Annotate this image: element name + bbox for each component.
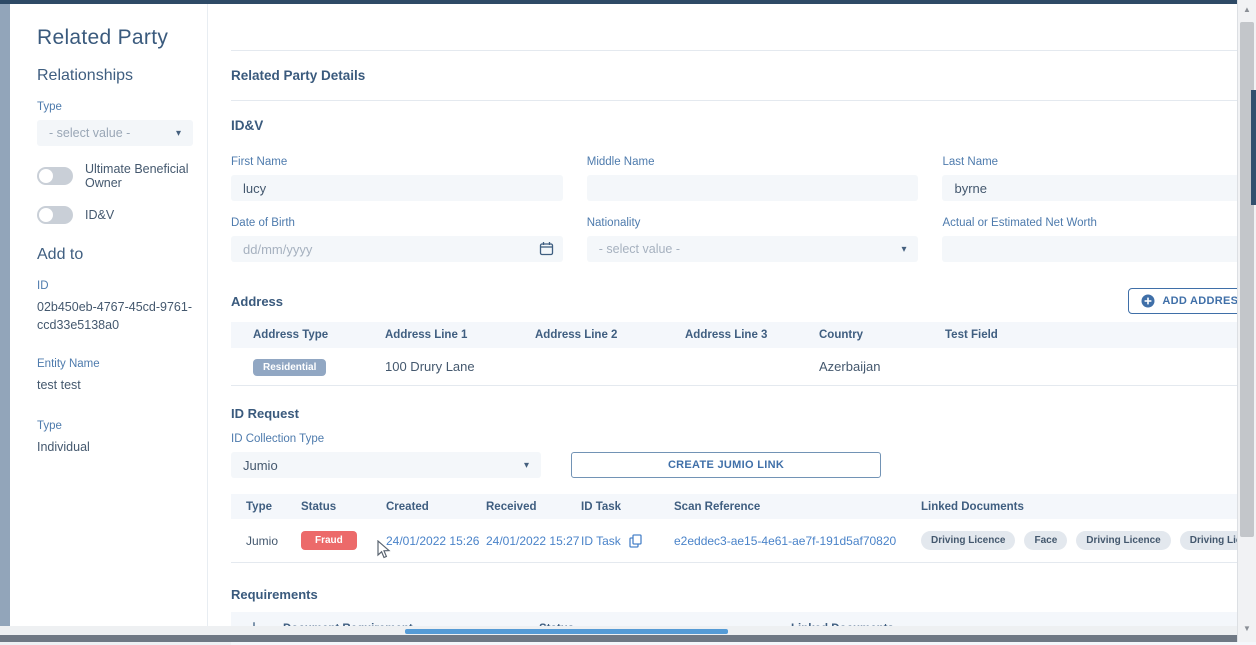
dob-input[interactable] [231,236,563,262]
linked-documents-cell: Driving Licence Face Driving Licence Dri… [921,531,1256,550]
plus-circle-icon [1141,294,1155,308]
id-label: ID [37,280,193,292]
first-name-label: First Name [231,156,563,168]
last-name-input[interactable] [942,175,1256,201]
page-title: Related Party [37,26,193,50]
ubo-toggle[interactable] [37,167,73,185]
net-worth-label: Actual or Estimated Net Worth [942,217,1256,229]
id-value: 02b450eb-4767-45cd-9761-ccd33e5138a0 [37,298,193,334]
linked-document-chip[interactable]: Face [1024,531,1067,550]
idv-toggle-row: ID&V [37,206,193,224]
section-title: ID&V [231,118,263,133]
page-bottom-edge [0,635,1256,642]
column-header: Status [301,501,386,513]
calendar-icon[interactable] [539,241,554,261]
id-request-table-header: Type Status Created Received ID Task Sca… [231,494,1256,519]
related-party-sidebar: Related Party Relationships Type - selec… [10,4,207,626]
middle-name-field-group: Middle Name [587,156,919,201]
add-to-heading: Add to [37,246,193,264]
nationality-select[interactable]: - select value - ▾ [587,236,919,262]
horizontal-scrollbar[interactable] [0,626,1256,635]
id-collection-type-value: Jumio [243,458,278,473]
related-party-modal: Related Party Relationships Type - selec… [10,4,1237,626]
column-header: Created [386,501,486,513]
type-cell: Jumio [246,534,301,548]
address-heading: Address [231,294,283,309]
column-header: Address Line 3 [685,329,819,341]
section-title: Related Party Details [231,68,365,83]
first-name-field-group: First Name [231,156,563,201]
created-cell: 24/01/2022 15:26 [386,534,486,548]
entity-name-label: Entity Name [37,358,193,370]
id-request-table-row[interactable]: Jumio Fraud 24/01/2022 15:26 24/01/2022 … [231,519,1256,563]
relationship-type-select[interactable]: - select value - ▾ [37,120,193,146]
last-name-label: Last Name [942,156,1256,168]
last-name-field-group: Last Name [942,156,1256,201]
section-idv[interactable]: ID&V ⌃ [231,100,1256,150]
column-header: Address Line 1 [385,329,535,341]
linked-document-chip[interactable]: Driving Licence [921,531,1015,550]
id-collection-type-label: ID Collection Type [231,433,1256,445]
dob-field-group: Date of Birth [231,217,563,262]
linked-document-chip[interactable]: Driving Licence [1076,531,1170,550]
toggle-knob [39,208,53,222]
address-line1-cell: 100 Drury Lane [385,359,535,374]
requirements-heading: Requirements [231,587,1256,602]
column-header: Type [246,501,301,513]
address-table-header: Address Type Address Line 1 Address Line… [231,322,1256,348]
entity-type-value: Individual [37,438,193,456]
dob-label: Date of Birth [231,217,563,229]
id-request-heading: ID Request [231,406,1256,421]
relationship-type-label: Type [37,101,193,113]
toggle-knob [39,169,53,183]
chevron-down-icon: ▾ [901,244,906,255]
middle-name-label: Middle Name [587,156,919,168]
scan-reference-link[interactable]: e2eddec3-ae15-4e61-ae7f-191d5af70820 [674,534,921,548]
column-header: Scan Reference [674,501,921,513]
nationality-label: Nationality [587,217,919,229]
column-header: ID Task [581,501,674,513]
column-header: Test Field [945,329,1256,341]
ubo-toggle-row: Ultimate Beneficial Owner [37,162,193,190]
chevron-down-icon: ▾ [524,460,529,471]
entity-type-label: Type [37,420,193,432]
modal-header: ✕ [231,4,1256,50]
column-header: Received [486,501,581,513]
related-party-main-panel: ✕ Related Party Details ⌄ ID&V ⌃ First N… [207,4,1256,626]
page-right-edge [1251,90,1256,205]
address-table-row[interactable]: Residential 100 Drury Lane Azerbaijan [231,348,1256,386]
address-type-badge: Residential [253,359,326,376]
country-cell: Azerbaijan [819,359,945,374]
section-related-party-details[interactable]: Related Party Details ⌄ [231,50,1256,100]
ubo-toggle-label: Ultimate Beneficial Owner [85,162,193,190]
middle-name-input[interactable] [587,175,919,201]
received-cell: 24/01/2022 15:27 [486,534,581,548]
scroll-down-icon[interactable]: ▼ [1238,624,1256,633]
first-name-input[interactable] [231,175,563,201]
page-left-edge [0,4,10,633]
idv-toggle[interactable] [37,206,73,224]
horizontal-scrollbar-thumb[interactable] [405,629,728,634]
net-worth-field-group: Actual or Estimated Net Worth [942,217,1256,262]
relationship-type-placeholder: - select value - [49,126,130,140]
nationality-field-group: Nationality - select value - ▾ [587,217,919,262]
entity-name-value: test test [37,376,193,394]
id-collection-type-select[interactable]: Jumio ▾ [231,452,541,478]
idv-form: First Name Middle Name Last Name Date of… [231,156,1256,262]
status-badge: Fraud [301,531,357,550]
column-header: Address Type [253,329,385,341]
nationality-placeholder: - select value - [599,242,680,256]
column-header: Country [819,329,945,341]
net-worth-input[interactable] [942,236,1256,262]
column-header: Linked Documents [921,501,1256,513]
scroll-up-icon[interactable]: ▲ [1238,5,1256,14]
relationships-heading: Relationships [37,67,193,85]
create-jumio-link-button[interactable]: CREATE JUMIO LINK [571,452,881,478]
idv-toggle-label: ID&V [85,208,114,222]
chevron-down-icon: ▾ [176,128,181,139]
copy-icon[interactable] [629,534,642,548]
column-header: Address Line 2 [535,329,685,341]
id-task-link[interactable]: ID Task [581,534,621,548]
